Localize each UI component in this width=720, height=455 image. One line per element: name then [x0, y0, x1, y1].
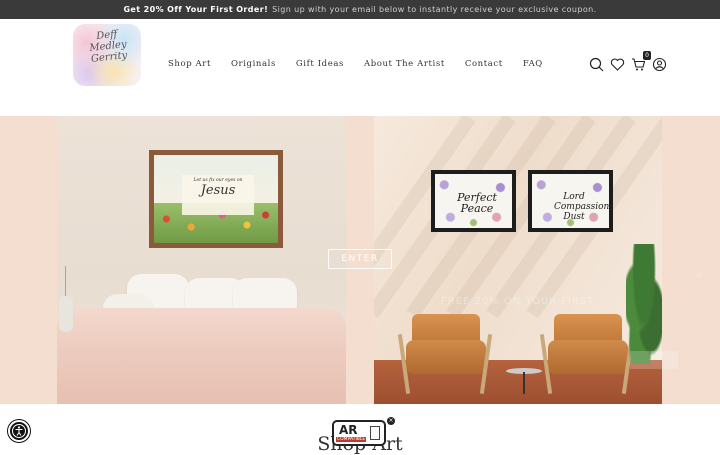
framed-art-perfect-peace: Perfect Peace	[431, 170, 516, 232]
framed-art-jesus: Let us fix our eyes on Jesus	[149, 150, 283, 248]
heart-icon[interactable]	[610, 57, 625, 72]
nav-shop-art[interactable]: Shop Art	[168, 59, 211, 69]
hero-left-bedroom-image: Let us fix our eyes on Jesus	[57, 116, 346, 404]
ar-badge-close-icon[interactable]: ×	[387, 417, 395, 425]
hero-banner[interactable]: Let us fix our eyes on Jesus Perfect Pea…	[0, 116, 720, 404]
enter-button[interactable]: ENTER	[328, 249, 392, 269]
art-word-left: Perfect Peace	[457, 191, 497, 215]
bed	[57, 254, 346, 404]
nav-gift-ideas[interactable]: Gift Ideas	[296, 59, 344, 69]
document-icon	[370, 426, 380, 440]
faded-popup-title: FREE 20% ON YOUR FIRST	[441, 296, 595, 307]
nav-about-the-artist[interactable]: About The Artist	[364, 59, 445, 69]
nav-originals[interactable]: Originals	[231, 59, 276, 69]
header-icons: 0	[589, 51, 667, 72]
faded-popup-button[interactable]	[630, 351, 678, 369]
hero-right-living-room-image: Perfect Peace Lord Compassion Dust	[374, 116, 662, 404]
announcement-bar: Get 20% Off Your First Order! Sign up wi…	[0, 0, 720, 19]
ar-tag: COMPATIBLE	[336, 437, 367, 442]
announcement-bold: Get 20% Off Your First Order!	[123, 5, 269, 14]
cart-count-badge: 0	[643, 51, 651, 60]
nav-contact[interactable]: Contact	[465, 59, 503, 69]
logo[interactable]: Deff Medley Gerrity	[73, 24, 141, 86]
ar-label: AR	[339, 423, 358, 437]
armchair-left	[396, 314, 494, 394]
announcement-text: Sign up with your email below to instant…	[272, 5, 597, 14]
armchair-right	[538, 314, 636, 394]
ar-compatible-badge[interactable]: AR COMPATIBLE	[332, 420, 386, 446]
art-word: Jesus	[200, 183, 236, 198]
plant	[626, 244, 662, 364]
nav-faq[interactable]: FAQ	[523, 59, 543, 69]
vase	[59, 296, 73, 332]
site-header: Deff Medley Gerrity Shop Art Originals G…	[0, 19, 720, 116]
cart-icon[interactable]: 0	[631, 51, 651, 72]
faded-popup-close-icon[interactable]: ×	[695, 271, 703, 281]
main-nav: Shop Art Originals Gift Ideas About The …	[168, 59, 543, 69]
logo-text: Deff Medley Gerrity	[88, 28, 128, 65]
user-icon[interactable]	[652, 57, 667, 72]
search-icon[interactable]	[589, 57, 604, 72]
art-word-right: Lord Compassion Dust	[554, 192, 610, 222]
framed-art-lord-compassion: Lord Compassion Dust	[528, 170, 613, 232]
